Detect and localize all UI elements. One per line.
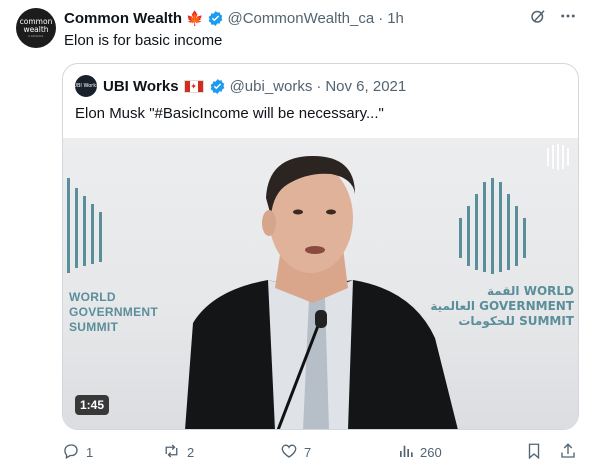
quoted-handle[interactable]: @ubi_works — [230, 78, 313, 95]
heart-icon — [280, 442, 298, 463]
summit-logo-left: WORLD GOVERNMENT SUMMIT — [69, 290, 158, 335]
canada-flag-icon: ✦ — [183, 79, 204, 93]
video-player[interactable]: WORLD GOVERNMENT SUMMIT القمة WORLD العا… — [63, 138, 578, 429]
separator-dot: · — [378, 9, 384, 27]
reply-count: 1 — [86, 444, 94, 460]
maple-leaf-icon: 🍁 — [186, 9, 204, 26]
reply-button[interactable]: 1 — [62, 442, 162, 463]
quoted-tweet[interactable]: UBI Works UBI Works ✦ @ubi_works · Nov 6… — [62, 63, 579, 430]
summit-logo-right: القمة WORLD العالمية GOVERNMENT للحكومات… — [430, 284, 574, 329]
views-count: 260 — [420, 444, 442, 460]
summit-left-line: GOVERNMENT — [69, 305, 159, 319]
retweet-button[interactable]: 2 — [162, 442, 280, 463]
video-duration-badge: 1:45 — [75, 395, 110, 415]
quoted-tweet-text: Elon Musk "#BasicIncome will be necessar… — [75, 105, 384, 122]
verified-badge-icon[interactable] — [207, 10, 224, 27]
views-button[interactable]: 260 — [398, 442, 516, 463]
avatar-text-line2: wealth — [23, 25, 49, 34]
summit-right-line: العالمية GOVERNMENT — [430, 299, 574, 313]
quoted-avatar[interactable]: UBI Works — [73, 75, 99, 97]
header-actions — [529, 7, 577, 29]
tweet-action-bar: 1 2 7 260 — [62, 442, 577, 462]
summit-left-line: WORLD — [69, 290, 116, 304]
tweet-header: Common Wealth 🍁 @CommonWealth_ca · 1h — [64, 8, 577, 28]
tweet-text: Elon is for basic income — [64, 32, 223, 49]
summit-right-line: القمة WORLD — [486, 284, 574, 298]
views-chart-icon — [398, 442, 414, 463]
bookmark-button[interactable] — [525, 442, 543, 463]
avatar[interactable]: common wealth CANADA — [16, 8, 56, 48]
handle[interactable]: @CommonWealth_ca — [228, 10, 375, 27]
summit-right-line: للحكومات SUMMIT — [458, 314, 574, 328]
more-options-icon[interactable] — [559, 7, 577, 29]
summit-left-line: SUMMIT — [69, 320, 119, 334]
quoted-separator-dot: · — [316, 77, 322, 95]
timestamp[interactable]: 1h — [387, 10, 404, 27]
like-button[interactable]: 7 — [280, 442, 398, 463]
retweet-count: 2 — [187, 444, 195, 460]
share-icon — [559, 442, 577, 463]
avatar-text-line3: CANADA — [28, 34, 44, 38]
grok-icon[interactable] — [529, 7, 547, 29]
bookmark-icon — [525, 442, 543, 463]
quoted-tweet-header: UBI Works UBI Works ✦ @ubi_works · Nov 6… — [73, 75, 406, 97]
quoted-display-name[interactable]: UBI Works — [103, 78, 179, 95]
like-count: 7 — [304, 444, 312, 460]
quoted-verified-badge-icon[interactable] — [209, 78, 226, 95]
share-button[interactable] — [559, 442, 577, 463]
reply-icon — [62, 442, 80, 463]
quoted-date[interactable]: Nov 6, 2021 — [325, 78, 406, 95]
retweet-icon — [162, 442, 181, 463]
display-name[interactable]: Common Wealth — [64, 10, 182, 27]
